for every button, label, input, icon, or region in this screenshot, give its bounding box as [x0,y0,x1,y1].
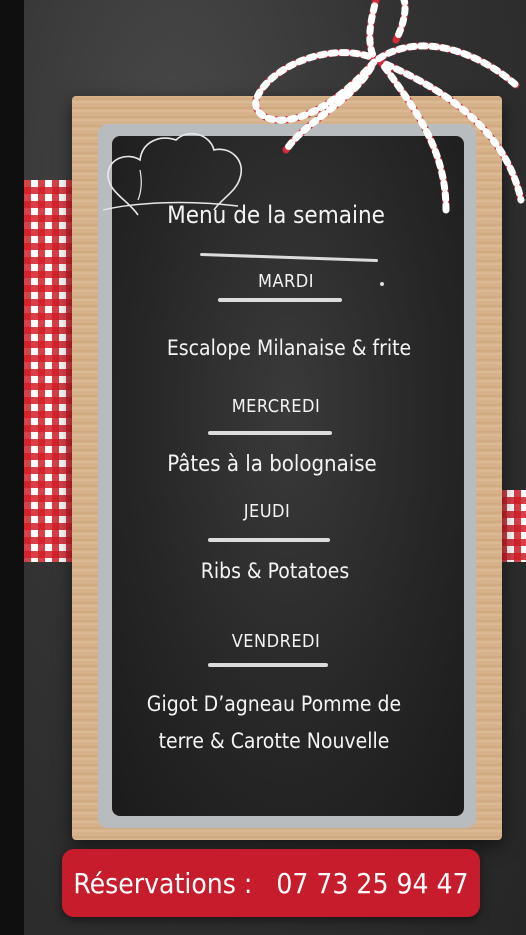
reservation-label: Réservations : [73,866,253,900]
day-label-mardi: MARDI [257,271,315,292]
dish-jeudi: Ribs & Potatoes [200,559,350,583]
menu-title: Menu de la semaine [167,201,385,229]
dish-mercredi: Pâtes à la bolognaise [167,452,377,477]
reservation-phone[interactable]: 07 73 25 94 47 [276,867,468,900]
gingham-cloth-right [500,490,526,562]
day-label-jeudi: JEUDI [243,501,291,522]
day-label-mercredi: MERCREDI [231,396,321,417]
dish-vendredi-line2: terre & Carotte Nouvelle [158,729,390,753]
day-underline-mercredi [208,431,332,435]
day-underline-jeudi [208,538,330,542]
reservation-spacer [252,867,276,900]
day-underline-vendredi [208,663,328,667]
day-label-vendredi: VENDREDI [231,631,321,652]
day-underline-mardi [218,298,342,302]
dish-vendredi-line1: Gigot D’agneau Pomme de [146,692,402,716]
reservation-banner[interactable]: Réservations : 07 73 25 94 47 [62,849,480,917]
ribbon-bow-icon [252,0,525,214]
background-edge [0,0,24,935]
dish-mardi: Escalope Milanaise & frite [166,336,412,360]
